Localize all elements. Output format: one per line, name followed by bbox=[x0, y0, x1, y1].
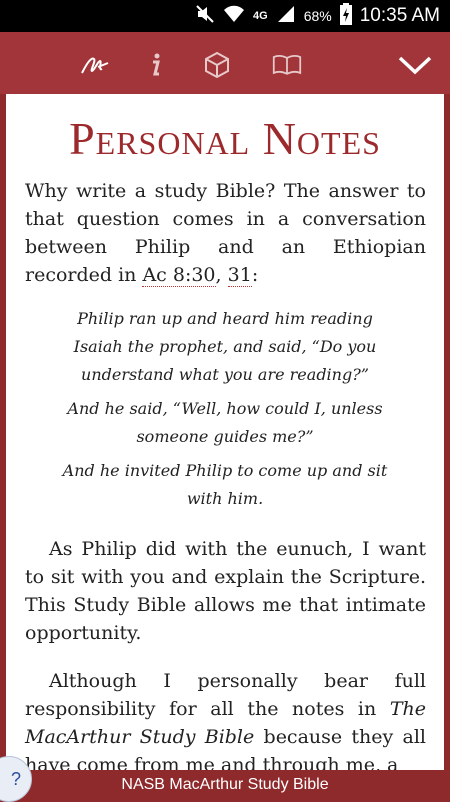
signature-icon[interactable] bbox=[80, 50, 110, 80]
battery-icon bbox=[339, 2, 352, 30]
notes-page[interactable]: Personal Notes Why write a study Bible? … bbox=[6, 94, 444, 770]
footer-label: NASB MacArthur Study Bible bbox=[121, 776, 329, 793]
footer-bar: NASB MacArthur Study Bible bbox=[0, 770, 450, 800]
verse-link-ac-8-30[interactable]: Ac 8:30 bbox=[142, 264, 216, 287]
quote-philip-reading: Philip ran up and heard him reading Isai… bbox=[73, 309, 377, 384]
quote-invitation: And he invited Philip to come up and sit… bbox=[62, 461, 388, 508]
cube-icon[interactable] bbox=[202, 50, 232, 80]
info-icon[interactable] bbox=[140, 50, 170, 80]
paragraph-explain-scripture: As Philip did with the eunuch, I want to… bbox=[25, 538, 426, 644]
quote-eunuch-reply: And he said, “Well, how could I, unless … bbox=[67, 399, 383, 446]
chevron-down-icon[interactable] bbox=[398, 50, 432, 80]
network-icon: 4G bbox=[253, 10, 268, 22]
mute-icon bbox=[195, 4, 215, 29]
page-title: Personal Notes bbox=[69, 113, 381, 164]
verse-link-31[interactable]: 31 bbox=[227, 264, 252, 287]
wifi-icon bbox=[223, 4, 245, 29]
intro-paragraph: Why write a study Bible? The answer to t… bbox=[25, 180, 426, 287]
toolbar bbox=[0, 32, 450, 94]
status-bar: 4G 68% 10:35 AM bbox=[0, 0, 450, 32]
battery-percent: 68% bbox=[303, 8, 332, 24]
signal-icon bbox=[276, 4, 296, 29]
book-icon[interactable] bbox=[272, 50, 302, 80]
paragraph-responsibility: Although I personally bear full responsi… bbox=[25, 670, 426, 770]
help-icon: ? bbox=[10, 768, 21, 789]
clock: 10:35 AM bbox=[359, 5, 440, 26]
